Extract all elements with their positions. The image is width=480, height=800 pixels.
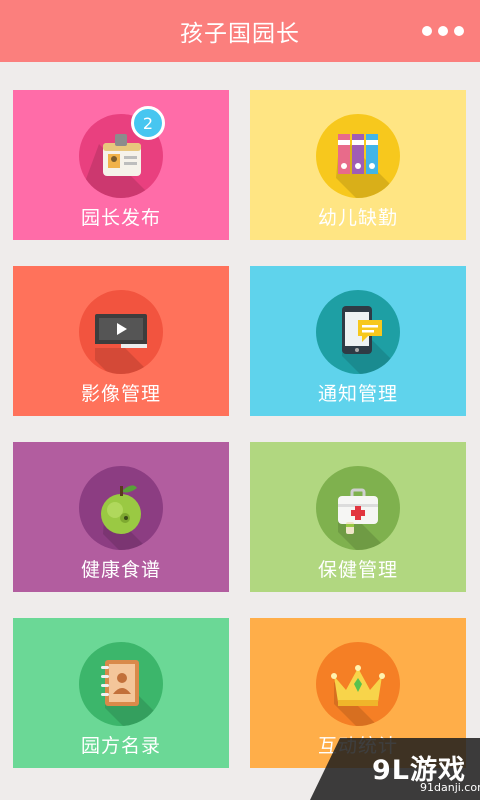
notification-badge: 2 [131, 106, 165, 140]
tile-label: 幼儿缺勤 [317, 207, 398, 229]
tile-icon-circle [316, 466, 400, 550]
tile-label: 通知管理 [317, 383, 398, 405]
crown-icon [331, 665, 400, 726]
tile-icon-circle [316, 642, 400, 726]
tile-label: 园长发布 [80, 207, 161, 229]
tile-label: 保健管理 [317, 559, 398, 581]
tile-child-absence[interactable]: 幼儿缺勤 [250, 90, 466, 240]
first-aid-kit-icon [338, 488, 400, 550]
tile-label: 影像管理 [80, 383, 161, 405]
tile-icon-circle [79, 642, 163, 726]
watermark-url: 91danji.com [420, 781, 480, 794]
tablet-message-icon [342, 306, 400, 374]
tile-healthy-recipes[interactable]: 健康食谱 [13, 442, 229, 592]
binders-icon [336, 134, 400, 198]
tile-icon-circle [79, 466, 163, 550]
tile-icon-circle [316, 114, 400, 198]
tile-icon-circle [316, 290, 400, 374]
page-title: 孩子国园长 [180, 21, 300, 47]
tile-video-management[interactable]: 影像管理 [13, 266, 229, 416]
tile-icon-circle [79, 290, 163, 374]
tile-principal-publish[interactable]: 2 园长发布 [13, 90, 229, 240]
tile-label: 园方名录 [80, 735, 161, 757]
app-header: 孩子国园长 [0, 0, 480, 62]
video-player-icon [95, 314, 163, 374]
address-book-icon [101, 660, 163, 726]
tile-notice-management[interactable]: 通知管理 [250, 266, 466, 416]
tile-label: 健康食谱 [80, 559, 161, 581]
tile-health-care[interactable]: 保健管理 [250, 442, 466, 592]
more-dots-icon[interactable] [422, 22, 464, 40]
apple-icon [101, 485, 163, 550]
tile-school-directory[interactable]: 园方名录 [13, 618, 229, 768]
site-watermark: 9L游戏 91danji.com [310, 738, 480, 800]
